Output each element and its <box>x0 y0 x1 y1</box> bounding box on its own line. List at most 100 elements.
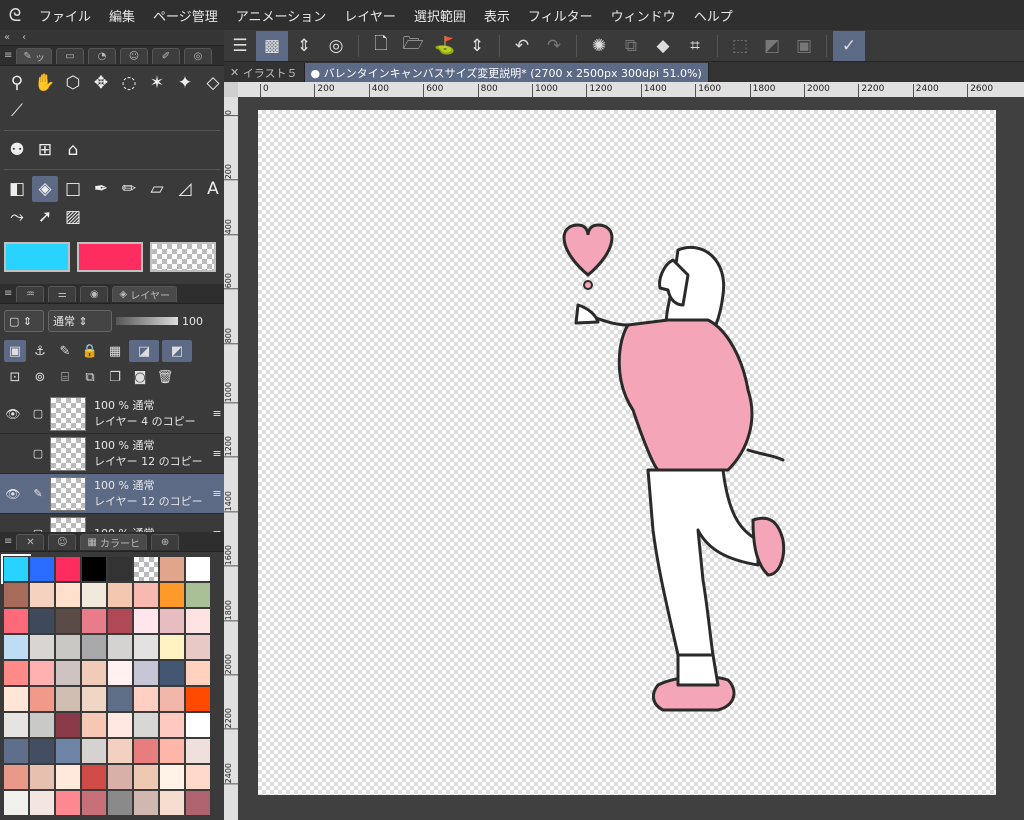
frame-icon[interactable]: ▱ <box>144 176 170 202</box>
palette-swatch[interactable] <box>81 738 107 764</box>
palette-swatch[interactable] <box>159 686 185 712</box>
palette-swatch[interactable] <box>3 790 29 816</box>
tab-layer[interactable]: ◈ レイヤー <box>112 285 177 302</box>
palette-swatch[interactable] <box>185 790 211 816</box>
palette-swatch[interactable] <box>107 634 133 660</box>
palette-swatch[interactable] <box>29 634 55 660</box>
palette-swatch[interactable] <box>3 712 29 738</box>
tab-misc[interactable]: ◎ <box>183 47 212 64</box>
fill-bucket-icon[interactable]: ◈ <box>32 176 58 202</box>
tab-color-wheel[interactable]: ✕ <box>16 533 45 550</box>
new-folder-icon[interactable]: ⌸ <box>54 366 76 388</box>
palette-swatch[interactable] <box>81 686 107 712</box>
brush-tool-icon[interactable]: ✦ <box>172 70 198 96</box>
palette-swatch[interactable] <box>81 660 107 686</box>
new-file-icon[interactable]: 🗋 <box>365 31 397 61</box>
draft-icon[interactable]: ✎ <box>54 340 76 362</box>
palette-swatch[interactable] <box>159 712 185 738</box>
balloon-icon[interactable]: ⤳ <box>4 204 30 230</box>
layer-row[interactable]: ▢ 100 % 通常≡ <box>0 514 224 532</box>
undo-icon[interactable]: ↶ <box>506 31 538 61</box>
palette-swatch[interactable] <box>133 660 159 686</box>
layer-row[interactable]: 👁 ▢ 100 % 通常 レイヤー 4 のコピー ≡ <box>0 394 224 434</box>
palette-swatch[interactable] <box>55 686 81 712</box>
palette-swatch[interactable] <box>1 554 31 584</box>
menu-item[interactable]: 表示 <box>475 6 519 25</box>
palette-swatch[interactable] <box>133 582 159 608</box>
layer-menu-icon[interactable]: ≡ <box>210 407 224 420</box>
tab-color-history[interactable]: ▦ カラーヒ <box>80 533 148 550</box>
palette-swatch[interactable] <box>3 738 29 764</box>
menu-item[interactable]: 編集 <box>100 6 144 25</box>
palette-swatch[interactable] <box>55 738 81 764</box>
palette-swatch[interactable] <box>133 556 159 582</box>
palette-swatch[interactable] <box>185 686 211 712</box>
stamp-icon[interactable]: ⚉ <box>4 137 30 163</box>
palette-swatch[interactable] <box>185 738 211 764</box>
palette-swatch[interactable] <box>185 660 211 686</box>
close-icon[interactable]: ✕ <box>230 66 243 79</box>
tab-pen[interactable]: ✐ <box>151 47 180 64</box>
palette-swatch[interactable] <box>55 712 81 738</box>
layer-menu-icon[interactable]: ≡ <box>210 487 224 500</box>
checkbox-icon[interactable]: ▢ <box>26 407 50 420</box>
panel-menu-icon[interactable]: ≡ <box>4 50 12 61</box>
palette-swatch[interactable] <box>55 582 81 608</box>
palette-swatch[interactable] <box>81 634 107 660</box>
object-select-icon[interactable]: ⬡ <box>60 70 86 96</box>
palette-swatch[interactable] <box>107 556 133 582</box>
panel-menu-icon[interactable]: ≡ <box>4 536 12 547</box>
palette-swatch[interactable] <box>55 660 81 686</box>
pen-icon[interactable]: ✒ <box>88 176 114 202</box>
palette-swatch[interactable] <box>3 582 29 608</box>
palette-swatch[interactable] <box>81 790 107 816</box>
palette-swatch[interactable] <box>29 790 55 816</box>
tab-subtool[interactable]: ▭ <box>55 47 84 64</box>
palette-swatch[interactable] <box>81 582 107 608</box>
menu-item[interactable]: ウィンドウ <box>602 6 685 25</box>
text-icon[interactable]: A <box>200 176 226 202</box>
palette-swatch[interactable] <box>3 764 29 790</box>
palette-swatch[interactable] <box>185 712 211 738</box>
menu-item[interactable]: ページ管理 <box>144 6 227 25</box>
palette-swatch[interactable] <box>107 790 133 816</box>
layer-row[interactable]: ▢ 100 % 通常 レイヤー 12 のコピー ≡ <box>0 434 224 474</box>
pencil-icon[interactable]: ✏ <box>116 176 142 202</box>
collapse-arrow-icon[interactable]: ‹ <box>22 32 26 43</box>
tab-color[interactable]: ◉ <box>80 285 109 302</box>
eye-icon[interactable]: 👁 <box>0 407 26 421</box>
palette-swatch[interactable] <box>29 764 55 790</box>
collapse-left-icon[interactable]: « <box>4 32 10 43</box>
palette-swatch[interactable] <box>107 712 133 738</box>
tab-3d[interactable]: ☺ <box>119 47 148 64</box>
palette-swatch[interactable] <box>133 738 159 764</box>
document-tab[interactable]: ● バレンタインキャンバスサイズ変更説明* (2700 x 2500px 300… <box>304 63 709 82</box>
zoom-icon[interactable]: ⚲ <box>4 70 30 96</box>
copy-icon[interactable]: ⧉ <box>615 31 647 61</box>
menu-item[interactable]: フィルター <box>519 6 602 25</box>
clip-icon[interactable]: ▣ <box>4 340 26 362</box>
trash-icon[interactable]: 🗑 <box>154 366 176 388</box>
eye-icon[interactable]: 👁 <box>0 487 26 501</box>
expand-selection-icon[interactable]: ▣ <box>788 31 820 61</box>
checkbox-icon[interactable]: ▢ <box>26 527 50 532</box>
lasso-icon[interactable]: ◌ <box>116 70 142 96</box>
panel-menu-icon[interactable]: ≡ <box>4 288 12 299</box>
eraser-icon[interactable]: ◇ <box>200 70 226 96</box>
mask-show-icon[interactable]: ◩ <box>162 340 192 362</box>
menu-item[interactable]: 選択範囲 <box>405 6 475 25</box>
save-icon[interactable]: ⛳ <box>429 31 461 61</box>
reference-icon[interactable]: ⚓ <box>29 340 51 362</box>
duplicate-icon[interactable]: ❐ <box>104 366 126 388</box>
palette-swatch[interactable] <box>107 660 133 686</box>
transparent-color-swatch[interactable] <box>150 242 216 272</box>
palette-swatch[interactable] <box>133 686 159 712</box>
menu-item[interactable]: アニメーション <box>227 6 335 25</box>
updown-icon[interactable]: ⇕ <box>288 31 320 61</box>
palette-swatch[interactable] <box>159 790 185 816</box>
palette-swatch[interactable] <box>185 764 211 790</box>
merge-down-icon[interactable]: ⧉ <box>79 366 101 388</box>
menu-item[interactable]: レイヤー <box>335 6 405 25</box>
grid-icon[interactable]: ⊞ <box>32 137 58 163</box>
palette-swatch[interactable] <box>133 608 159 634</box>
